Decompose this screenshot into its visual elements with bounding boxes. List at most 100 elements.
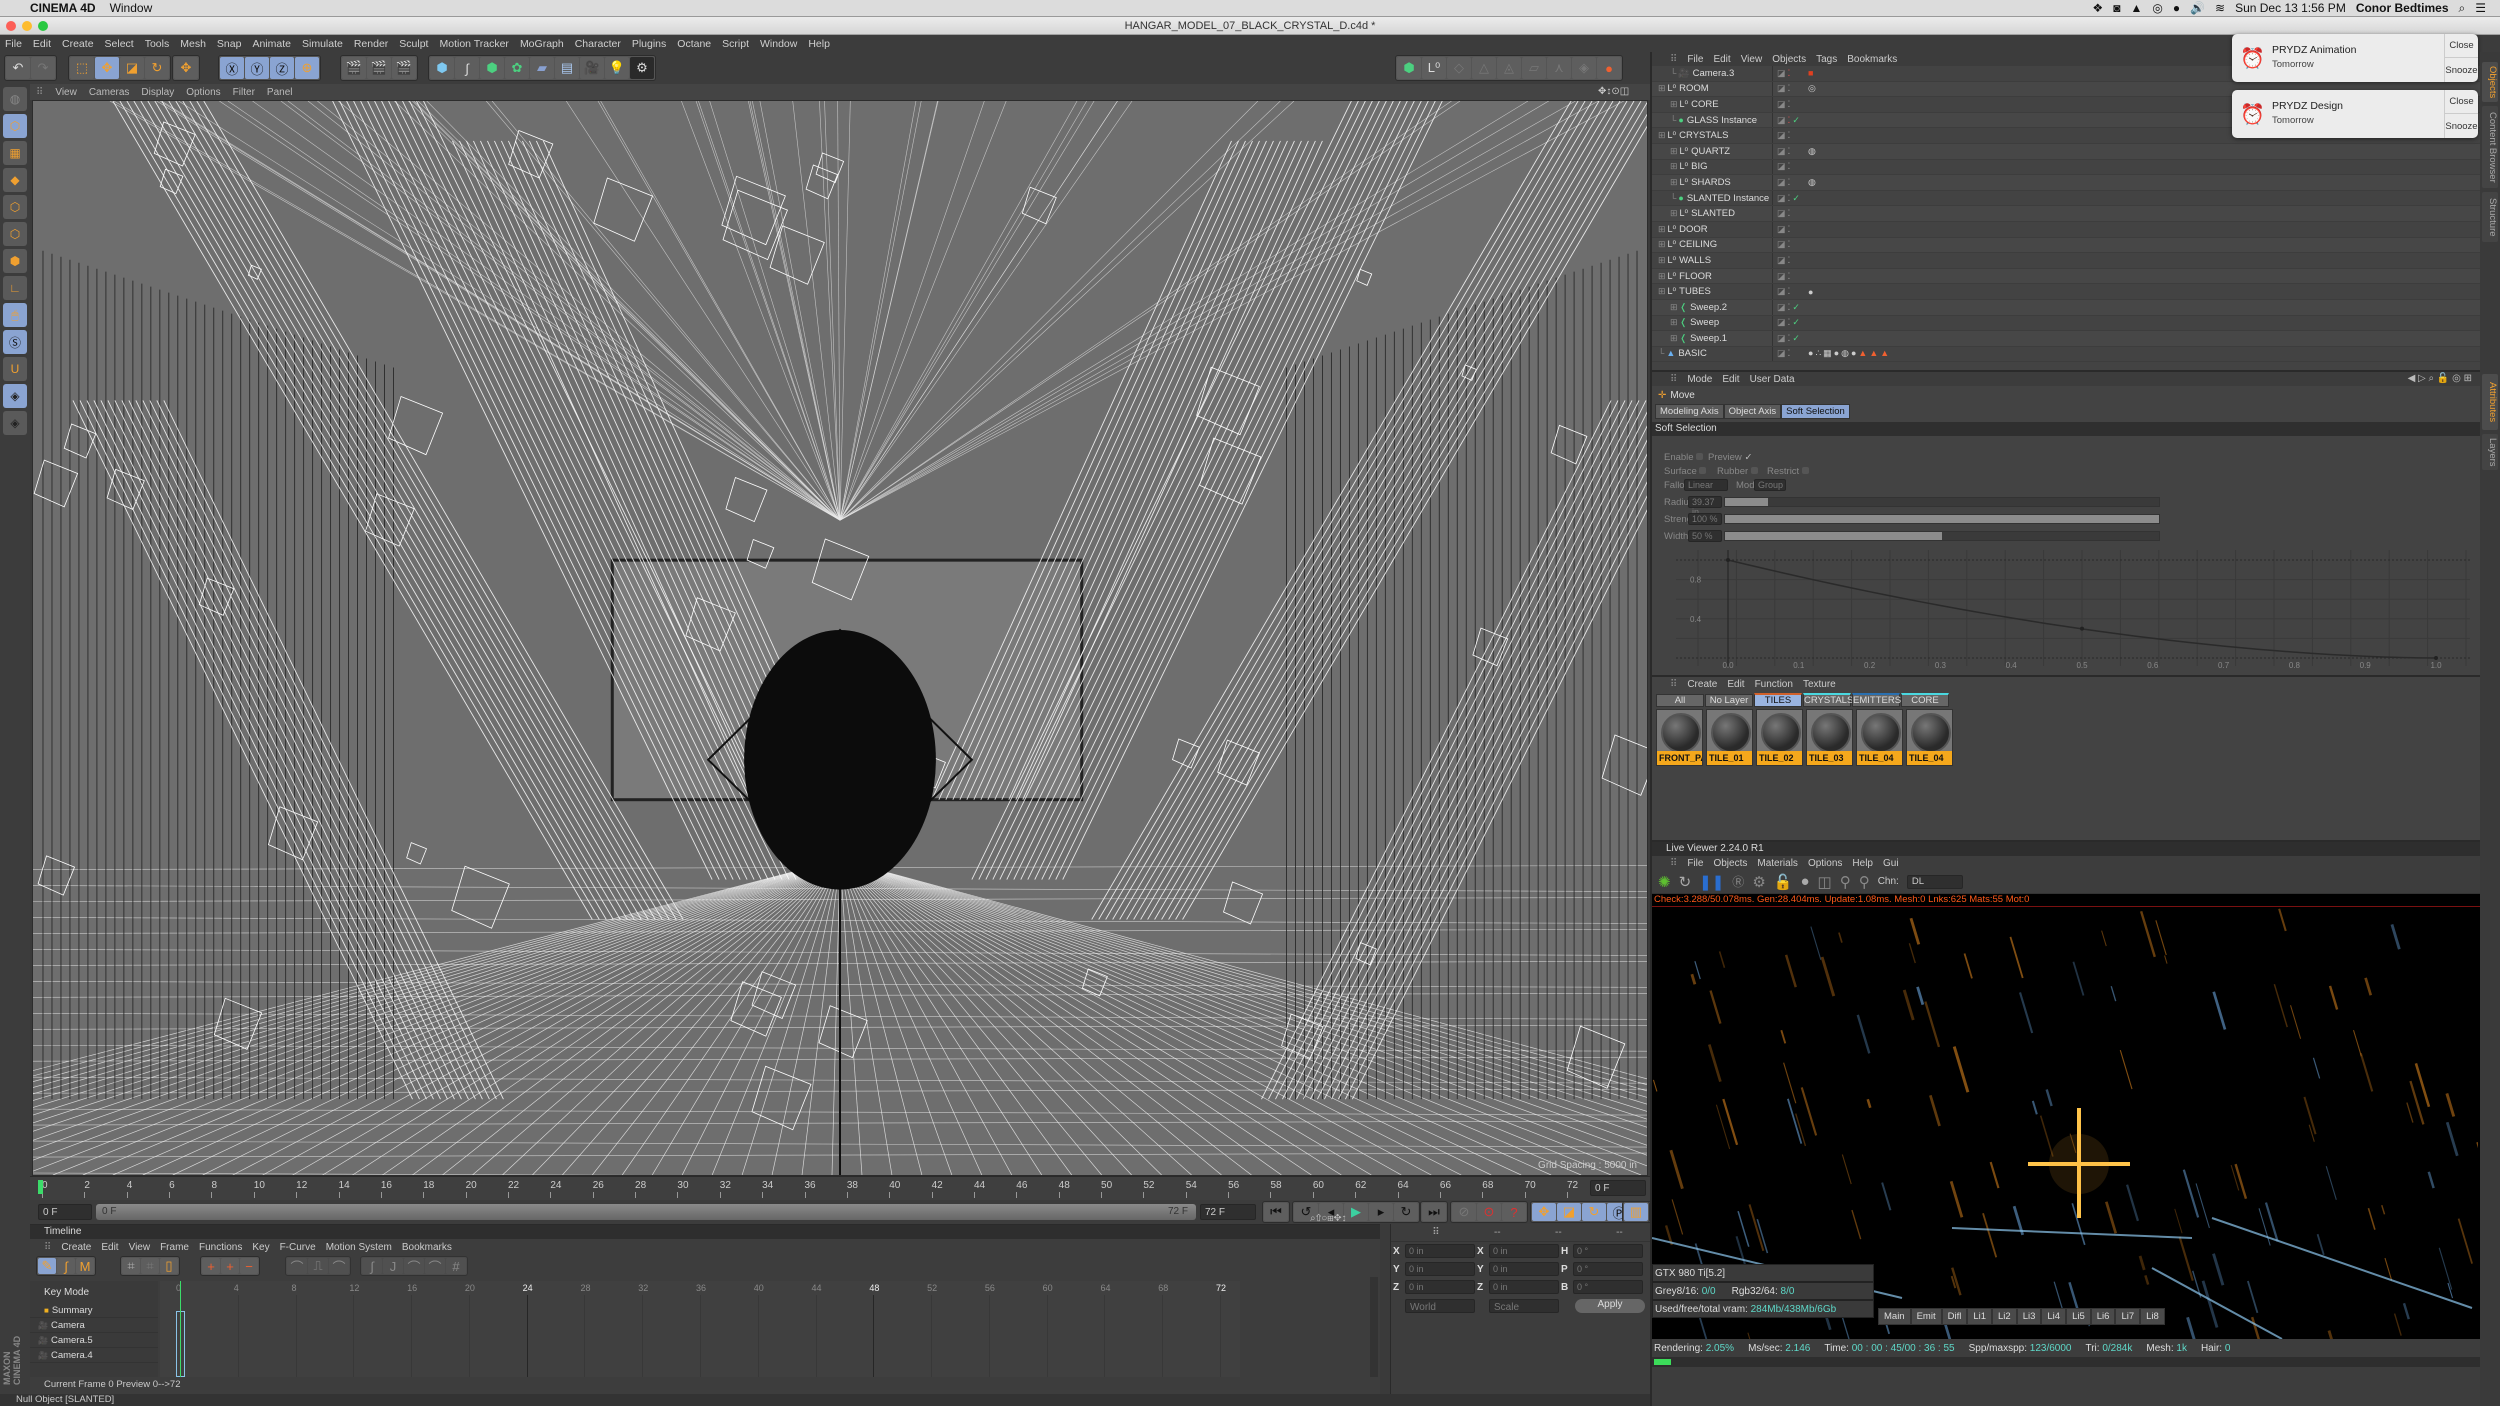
coordinate-field[interactable]: 0 in <box>1489 1244 1559 1258</box>
3d-viewport[interactable]: Grid Spacing : 5000 in <box>32 100 1648 1176</box>
live-viewer-menu-file[interactable]: File <box>1687 858 1703 869</box>
menu-plugins[interactable]: Plugins <box>632 38 666 50</box>
tab-object-axis[interactable]: Object Axis <box>1723 404 1782 419</box>
radius-slider[interactable] <box>1724 497 2160 507</box>
play-button[interactable]: ▶ <box>1344 1203 1368 1221</box>
visibility-dots[interactable]: ⁚ <box>1788 317 1791 328</box>
object-row[interactable]: ⊞ ❬ Sweep ◪ ⁚ ✓ <box>1652 315 2480 332</box>
layer-icon[interactable]: ◪ <box>1777 193 1786 204</box>
width-slider[interactable] <box>1724 531 2160 541</box>
width-field[interactable]: 50 % <box>1688 530 1722 542</box>
object-tag-icon[interactable]: ◍ <box>1841 348 1849 359</box>
attribute-nav-icons[interactable]: ◀ ▷ ⌕ 🔓 ◎ ⊞ <box>2408 373 2472 384</box>
menu-snap[interactable]: Snap <box>217 38 242 50</box>
object-menu-objects[interactable]: Objects <box>1772 54 1806 65</box>
uv-mode-icon[interactable]: ▱ <box>1522 57 1546 79</box>
timeline-menu-functions[interactable]: Functions <box>199 1242 242 1253</box>
object-row[interactable]: ⊞ L⁰ FLOOR ◪ ⁚ <box>1652 268 2480 285</box>
object-tag-icon[interactable]: ▲ <box>1858 348 1867 359</box>
pass-tab-emit[interactable]: Emit <box>1910 1308 1942 1325</box>
layer-icon[interactable]: ◪ <box>1777 177 1786 188</box>
nvidia-icon[interactable]: ◙ <box>2113 1 2120 15</box>
notification-close-button[interactable]: Close <box>2445 34 2478 58</box>
expand-toggle[interactable]: ⊞ <box>1670 177 1678 187</box>
workplane-lock-button[interactable]: ◈ <box>3 384 27 408</box>
spline-interp-2[interactable]: ⎍ <box>308 1258 328 1274</box>
attribute-menu-mode[interactable]: Mode <box>1687 374 1712 385</box>
key-mode-button[interactable]: ✎ <box>38 1258 56 1274</box>
layer-icon[interactable]: ◪ <box>1777 333 1786 344</box>
timeline-scrollbar[interactable] <box>1370 1277 1378 1377</box>
object-name[interactable]: WALLS <box>1679 255 1711 266</box>
object-name[interactable]: Sweep <box>1690 317 1719 328</box>
object-menu-view[interactable]: View <box>1741 54 1763 65</box>
z-axis-lock[interactable]: Ⓩ <box>270 57 294 79</box>
menu-motion-tracker[interactable]: Motion Tracker <box>439 38 508 50</box>
object-name[interactable]: BASIC <box>1678 348 1707 359</box>
max-frame-field[interactable]: 72 F <box>1200 1204 1256 1220</box>
object-row[interactable]: ⊞ L⁰ QUARTZ ◪ ⁚ ◍ <box>1652 143 2480 160</box>
coordinate-space-select[interactable]: World <box>1405 1299 1475 1313</box>
coordinate-mode-select[interactable]: Scale <box>1489 1299 1559 1313</box>
object-tag-icon[interactable]: ◎ <box>1808 83 1816 94</box>
polygons-mode-icon[interactable]: ◬ <box>1497 57 1521 79</box>
deformer-icon[interactable]: ▰ <box>530 57 554 79</box>
notification-center-icon[interactable]: ☰ <box>2475 1 2486 15</box>
visibility-dots[interactable]: ⁚ <box>1788 302 1791 313</box>
menu-octane[interactable]: Octane <box>677 38 711 50</box>
remove-key-button[interactable]: − <box>240 1258 258 1274</box>
timeline-menu-create[interactable]: Create <box>61 1242 91 1253</box>
layer-icon[interactable]: ◪ <box>1777 239 1786 250</box>
render-settings-icon[interactable]: 🎬 <box>392 57 416 79</box>
expand-toggle[interactable]: └ <box>1658 348 1664 358</box>
object-row[interactable]: ⊞ L⁰ CEILING ◪ ⁚ <box>1652 237 2480 254</box>
points-mode-icon[interactable]: ◇ <box>1447 57 1471 79</box>
preview-checkbox[interactable]: Preview ✓ <box>1708 452 1752 463</box>
layer-icon[interactable]: ◪ <box>1777 208 1786 219</box>
render-view-icon[interactable]: 🎬 <box>342 57 366 79</box>
timeline-track[interactable]: 🎥 Camera <box>30 1318 158 1333</box>
spotlight-icon[interactable]: ⌕ <box>2459 1 2466 16</box>
ease-out-button[interactable]: J <box>383 1258 403 1274</box>
menu-script[interactable]: Script <box>722 38 749 50</box>
menu-file[interactable]: File <box>5 38 22 50</box>
material-tab-core[interactable]: CORE <box>1901 693 1949 707</box>
subdivision-surface-icon[interactable]: ⬢ <box>480 57 504 79</box>
object-row[interactable]: ⊞ ❬ Sweep.1 ◪ ⁚ ✓ <box>1652 331 2480 347</box>
y-axis-lock[interactable]: Ⓨ <box>245 57 269 79</box>
coordinate-field[interactable]: 0 in <box>1405 1244 1475 1258</box>
strength-slider[interactable] <box>1724 514 2160 524</box>
visibility-dots[interactable]: ⁚ <box>1788 130 1791 141</box>
expand-toggle[interactable]: ⊞ <box>1658 255 1666 265</box>
frame-selected-button[interactable]: ⌗ <box>141 1258 159 1274</box>
grip-icon[interactable]: ⠿ <box>1432 1227 1439 1238</box>
min-frame-field[interactable]: 0 F <box>38 1204 92 1220</box>
workplane-align-button[interactable]: ◈ <box>3 411 27 435</box>
focus-picker-icon[interactable]: ⚲ <box>1840 873 1851 891</box>
material-tab-crystals[interactable]: CRYSTALS <box>1803 693 1853 707</box>
object-name[interactable]: SLANTED Instance <box>1687 193 1769 204</box>
menu-tools[interactable]: Tools <box>145 38 170 50</box>
layer-icon[interactable]: ◪ <box>1777 224 1786 235</box>
layer-icon[interactable]: ◪ <box>1777 317 1786 328</box>
rotate-tool[interactable]: ↻ <box>145 57 169 79</box>
object-row[interactable]: ⊞ L⁰ BIG ◪ ⁚ <box>1652 159 2480 176</box>
object-tag-icon[interactable]: ▲ <box>1869 348 1878 359</box>
snap-button[interactable]: U <box>3 357 27 381</box>
pass-tab-li2[interactable]: Li2 <box>1992 1308 2017 1325</box>
region-render-icon[interactable]: Ⓡ <box>1732 873 1744 890</box>
material-tab-no-layer[interactable]: No Layer <box>1705 694 1753 707</box>
pass-tab-difl[interactable]: Difl <box>1941 1308 1968 1325</box>
pass-tab-main[interactable]: Main <box>1878 1308 1911 1325</box>
render-picture-viewer-icon[interactable]: 🎬 <box>367 57 391 79</box>
grip-icon[interactable]: ⠿ <box>1670 54 1677 65</box>
expand-toggle[interactable]: ⊞ <box>1658 224 1666 234</box>
menu-create[interactable]: Create <box>62 38 94 50</box>
timeline-nav-icons[interactable]: ⌕⇧○⊞✥↕ <box>1310 1213 1347 1224</box>
viewport-menu-options[interactable]: Options <box>186 87 220 98</box>
viewport-menu-display[interactable]: Display <box>141 87 174 98</box>
timeline-menu-bookmarks[interactable]: Bookmarks <box>402 1242 452 1253</box>
expand-toggle[interactable]: ⊞ <box>1670 161 1678 171</box>
layer-icon[interactable]: ◪ <box>1777 271 1786 282</box>
viewport-menu-panel[interactable]: Panel <box>267 87 293 98</box>
